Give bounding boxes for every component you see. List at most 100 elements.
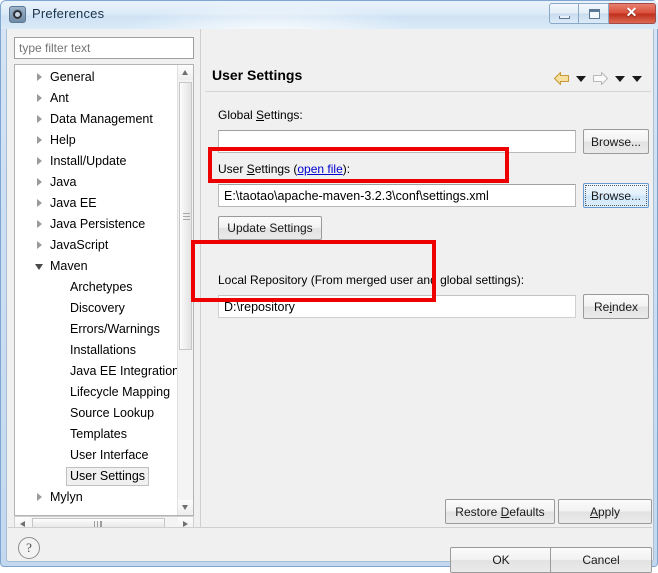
update-settings-button[interactable]: Update Settings — [218, 216, 322, 240]
sidebar-item-user-settings[interactable]: User Settings — [15, 466, 178, 487]
back-button[interactable] — [553, 70, 570, 88]
global-settings-label-mnemonic: S — [256, 108, 265, 122]
tree-collapsed-arrow-icon[interactable] — [37, 220, 42, 228]
user-settings-label-mnemonic: S — [246, 162, 255, 176]
user-settings-label-mid: ettings ( — [254, 162, 298, 176]
sidebar-item-help[interactable]: Help — [15, 130, 178, 151]
sidebar-item-label: Data Management — [50, 112, 153, 126]
tree-collapsed-arrow-icon[interactable] — [37, 199, 42, 207]
page-navigation-toolbar — [548, 70, 643, 88]
apply-button[interactable]: Apply — [558, 499, 652, 524]
tree-collapsed-arrow-icon[interactable] — [37, 241, 42, 249]
title-bar: Preferences ✕ — [1, 1, 658, 29]
ok-button[interactable]: OK — [450, 547, 552, 573]
sidebar-item-javascript[interactable]: JavaScript — [15, 235, 178, 256]
sidebar-item-label: Archetypes — [70, 280, 133, 294]
view-menu-dropdown[interactable] — [631, 70, 643, 88]
sidebar-item-label: Maven — [50, 259, 88, 273]
sidebar-item-java-ee[interactable]: Java EE — [15, 193, 178, 214]
cancel-button[interactable]: Cancel — [550, 547, 652, 573]
sidebar-item-label: Templates — [70, 427, 127, 441]
tree-collapsed-arrow-icon[interactable] — [37, 73, 42, 81]
sidebar-item-label: JavaScript — [50, 238, 109, 252]
sidebar-item-installations[interactable]: Installations — [15, 340, 178, 361]
sidebar-item-discovery[interactable]: Discovery — [15, 298, 178, 319]
sidebar-item-maven[interactable]: Maven — [15, 256, 178, 277]
minimize-button[interactable] — [549, 3, 579, 24]
global-settings-browse-button[interactable]: Browse... — [583, 129, 649, 154]
user-settings-input[interactable] — [218, 184, 576, 207]
sidebar-item-java-persistence[interactable]: Java Persistence — [15, 214, 178, 235]
sidebar-item-label: Java EE — [50, 196, 97, 210]
sidebar-item-user-interface[interactable]: User Interface — [15, 445, 178, 466]
sidebar-item-install-update[interactable]: Install/Update — [15, 151, 178, 172]
sidebar-item-source-lookup[interactable]: Source Lookup — [15, 403, 178, 424]
tree-collapsed-arrow-icon[interactable] — [37, 115, 42, 123]
sidebar-item-errors-warnings[interactable]: Errors/Warnings — [15, 319, 178, 340]
tree-collapsed-arrow-icon[interactable] — [37, 493, 42, 501]
sidebar-item-ant[interactable]: Ant — [15, 88, 178, 109]
sidebar-item-label: Lifecycle Mapping — [70, 385, 171, 399]
question-mark-icon[interactable]: ? — [18, 537, 40, 559]
back-arrow-icon — [553, 71, 570, 86]
local-repository-input[interactable] — [218, 295, 576, 318]
sidebar-item-label: Ant — [50, 91, 69, 105]
sidebar-item-java-ee-integration[interactable]: Java EE Integration — [15, 361, 180, 382]
global-settings-label: Global Settings: — [218, 108, 303, 122]
tree-collapsed-arrow-icon[interactable] — [37, 178, 42, 186]
sidebar-item-data-management[interactable]: Data Management — [15, 109, 178, 130]
sidebar-item-mylyn[interactable]: Mylyn — [15, 487, 178, 508]
sidebar-item-label: Source Lookup — [70, 406, 155, 420]
tree-collapsed-arrow-icon[interactable] — [37, 136, 42, 144]
chevron-down-icon — [632, 76, 642, 82]
sidebar-item-lifecycle-mapping[interactable]: Lifecycle Mapping — [15, 382, 178, 403]
titlebar-glow — [121, 1, 421, 29]
caret-up-icon — [182, 70, 188, 75]
sidebar-item-label: Java EE Integration — [70, 364, 180, 378]
scroll-down-button[interactable] — [178, 500, 193, 515]
close-button[interactable]: ✕ — [609, 3, 656, 24]
sidebar-item-templates[interactable]: Templates — [15, 424, 178, 445]
filter-field-wrapper — [14, 37, 194, 59]
sidebar-item-java[interactable]: Java — [15, 172, 178, 193]
close-icon: ✕ — [625, 6, 638, 21]
window-controls: ✕ — [549, 3, 656, 25]
search-input[interactable] — [14, 37, 194, 59]
back-history-dropdown[interactable] — [575, 70, 587, 88]
apply-mnemonic: A — [589, 504, 598, 519]
tree-collapsed-arrow-icon[interactable] — [37, 157, 42, 165]
tree-collapsed-arrow-icon[interactable] — [37, 94, 42, 102]
sidebar-item-label: Installations — [70, 343, 137, 357]
maximize-button[interactable] — [579, 3, 609, 24]
reindex-label-suffix: ndex — [611, 299, 639, 314]
page-title: User Settings — [212, 67, 303, 83]
forward-button[interactable] — [592, 70, 609, 88]
tree-expanded-arrow-icon[interactable] — [35, 264, 43, 270]
pane-divider — [200, 29, 201, 527]
sidebar-item-label: Discovery — [70, 301, 125, 315]
chevron-down-icon — [615, 76, 625, 82]
window-title: Preferences — [32, 6, 105, 21]
user-settings-browse-button[interactable]: Browse... — [583, 183, 649, 208]
forward-history-dropdown[interactable] — [614, 70, 626, 88]
sidebar-item-label: Errors/Warnings — [70, 322, 160, 336]
restore-defaults-button[interactable]: Restore Defaults — [445, 499, 555, 524]
sidebar-item-archetypes[interactable]: Archetypes — [15, 277, 178, 298]
sidebar-item-label: Mylyn — [50, 490, 83, 504]
sidebar-item-label: User Settings — [66, 467, 150, 486]
restore-defaults-prefix: Restore — [455, 504, 501, 519]
tree-item-list: General Ant Data Management Help Install/Upd… — [15, 67, 180, 508]
sidebar-item-label: General — [50, 70, 95, 84]
sidebar-item-general[interactable]: General — [15, 67, 178, 88]
tree-vertical-scrollbar[interactable] — [177, 65, 193, 515]
sidebar-item-label: Install/Update — [50, 154, 127, 168]
preferences-tree[interactable]: General Ant Data Management Help Install/Upd… — [14, 64, 194, 516]
global-settings-label-suffix: ettings: — [264, 108, 303, 122]
scroll-up-button[interactable] — [178, 65, 193, 80]
user-settings-label: User Settings (open file): — [218, 162, 350, 176]
forward-arrow-icon — [592, 71, 609, 86]
reindex-button[interactable]: Reindex — [583, 294, 649, 319]
open-file-link[interactable]: open file — [297, 162, 342, 176]
global-settings-input[interactable] — [218, 130, 576, 153]
vertical-scrollbar-thumb[interactable] — [179, 82, 192, 350]
